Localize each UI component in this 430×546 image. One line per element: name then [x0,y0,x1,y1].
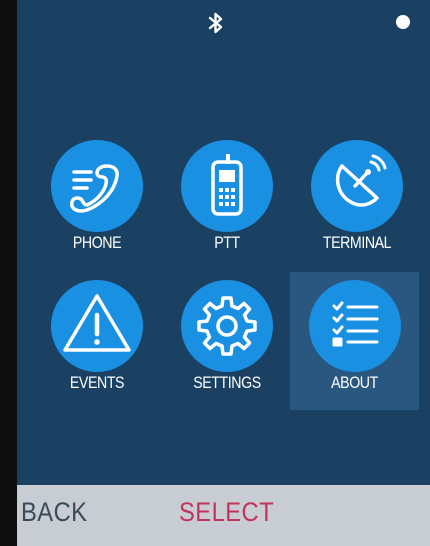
phone-icon [70,164,119,213]
checklist-icon [332,301,379,347]
ptt-icon-circle [181,140,273,232]
menu-item-label: PHONE [72,234,122,252]
back-softkey[interactable]: BACK [21,497,87,528]
menu-item-terminal[interactable]: TERMINAL [294,132,420,270]
menu-item-label: PTT [214,234,240,252]
about-icon-circle [309,280,401,372]
device-screen: PHONE PTT TERMINAL EVENTS SETTINGS ABOUT… [17,0,430,546]
menu-item-about[interactable]: ABOUT [290,272,419,410]
menu-item-label: EVENTS [69,374,125,392]
settings-icon-circle [181,280,273,372]
phone-icon-circle [51,140,143,232]
menu-item-phone[interactable]: PHONE [34,132,160,270]
menu-item-label: ABOUT [331,374,378,392]
menu-item-label: TERMINAL [322,234,392,252]
radio-handset-icon [211,154,243,216]
menu-item-label: SETTINGS [193,374,261,392]
softkey-bar: BACK SELECT [17,485,430,546]
terminal-icon-circle [311,140,403,232]
satellite-dish-icon [335,154,387,207]
app-menu-grid: PHONE PTT TERMINAL EVENTS SETTINGS ABOUT [17,0,430,440]
warning-triangle-icon [63,294,131,352]
select-softkey[interactable]: SELECT [179,497,274,528]
menu-item-events[interactable]: EVENTS [34,272,160,410]
menu-item-settings[interactable]: SETTINGS [164,272,290,410]
gear-icon [197,296,257,356]
menu-item-ptt[interactable]: PTT [164,132,290,270]
events-icon-circle [51,280,143,372]
